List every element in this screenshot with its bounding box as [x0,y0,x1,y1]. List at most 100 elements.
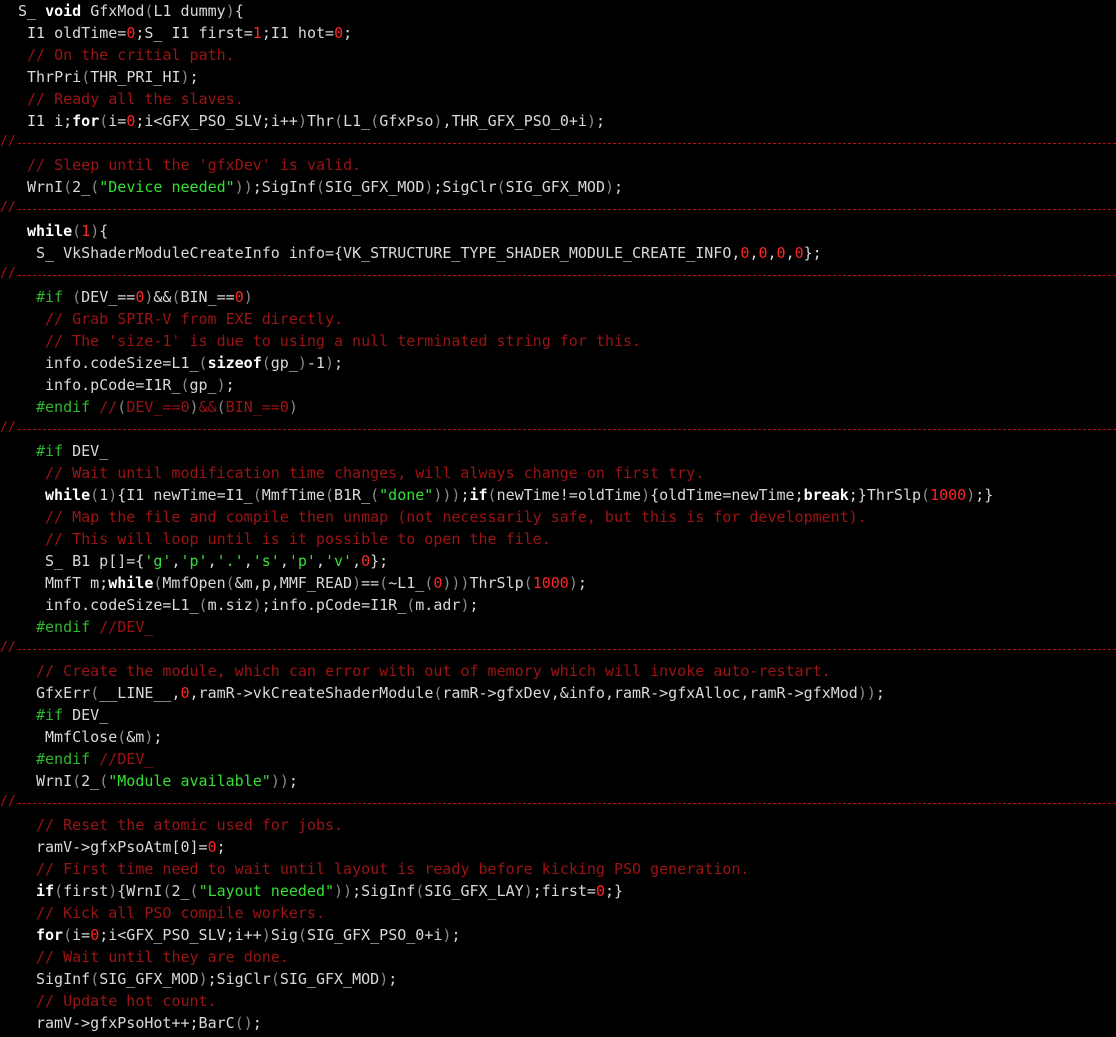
code-line[interactable]: // Grab SPIR-V from EXE directly. [0,308,1116,330]
code-token-text: 2_ [171,882,190,900]
code-token-text: SigInf [36,970,91,988]
code-token-comment: //DEV_ [99,750,154,768]
code-line[interactable]: // Wait until modification time changes,… [0,462,1116,484]
code-token-text: ;}ThrSlp [848,486,922,504]
code-line[interactable]: I1 oldTime=0;S_ I1 first=1;I1 hot=0; [0,22,1116,44]
code-token-paren: ) [252,596,262,614]
code-line[interactable]: S_ void GfxMod(L1 dummy){ [0,0,1116,22]
section-separator: // [0,264,1116,286]
code-line[interactable]: ramV->gfxPsoHot++;BarC(); [0,1012,1116,1034]
code-line[interactable]: // Wait until they are done. [0,946,1116,968]
code-line[interactable]: WrnI(2_("Module available")); [0,770,1116,792]
code-line[interactable]: #endif //(DEV_==0)&&(BIN_==0) [0,396,1116,418]
code-line[interactable]: S_ VkShaderModuleCreateInfo info={VK_STR… [0,242,1116,264]
code-line[interactable]: // Sleep until the 'gfxDev' is valid. [0,154,1116,176]
code-token-paren: ( [90,684,100,702]
code-token-string: "Layout needed" [198,882,335,900]
code-token-number: 0 [180,684,190,702]
code-line[interactable]: info.pCode=I1R_(gp_); [0,374,1116,396]
code-token-comment: // Kick all PSO compile workers. [36,904,325,922]
code-line[interactable]: // The 'size-1' is due to using a null t… [0,330,1116,352]
code-token-text: info.pCode=I1R_ [45,376,181,394]
code-line[interactable]: GfxErr(__LINE__,0,ramR->vkCreateShaderMo… [0,682,1116,704]
code-token-paren: ( [189,882,199,900]
code-token-paren: ) [568,574,578,592]
code-line[interactable]: for(i=0;i<GFX_PSO_SLV;i++)Sig(SIG_GFX_PS… [0,924,1116,946]
code-line[interactable]: SigInf(SIG_GFX_MOD);SigClr(SIG_GFX_MOD); [0,968,1116,990]
code-token-text: {WrnI [117,882,163,900]
code-token-paren: ( [370,486,380,504]
code-token-text: info.codeSize=L1_ [45,354,199,372]
code-line[interactable]: // Kick all PSO compile workers. [0,902,1116,924]
code-token-preproc: #if [36,288,73,306]
code-token-text: ,THR_GFX_PSO_0+i [442,112,587,130]
code-token-text: ; [469,596,479,614]
code-line[interactable]: I1 i;for(i=0;i<GFX_PSO_SLV;i++)Thr(L1_(G… [0,110,1116,132]
code-line[interactable]: #endif //DEV_ [0,748,1116,770]
code-line[interactable]: #if DEV_ [0,440,1116,462]
code-token-keyword: void [45,2,82,20]
code-line[interactable]: WrnI(2_("Device needed"));SigInf(SIG_GFX… [0,176,1116,198]
code-token-paren: ( [90,178,100,196]
code-line[interactable]: // Update hot count. [0,990,1116,1012]
code-line[interactable]: info.codeSize=L1_(sizeof(gp_)-1); [0,352,1116,374]
code-line[interactable]: // First time need to wait until layout … [0,858,1116,880]
code-token-paren: () [234,1014,253,1032]
code-token-text: MmfOpen [162,574,226,592]
code-token-text: ;I1 hot= [261,24,335,42]
code-line[interactable]: info.codeSize=L1_(m.siz);info.pCode=I1R_… [0,594,1116,616]
code-token-string: 'p' [288,552,316,570]
code-token-paren: ( [424,574,434,592]
code-line[interactable]: MmfT m;while(MmfOpen(&m,p,MMF_READ)==(~L… [0,572,1116,594]
code-token-text: 1 [99,486,109,504]
code-line[interactable]: // Reset the atomic used for jobs. [0,814,1116,836]
code-token-string: 'p' [180,552,208,570]
code-line[interactable]: // On the critial path. [0,44,1116,66]
code-token-text: I1 i; [27,112,73,130]
code-line[interactable]: ThrPri(THR_PRI_HI); [0,66,1116,88]
code-token-text: }; [803,244,822,262]
code-token-text: WrnI [27,178,64,196]
code-token-paren: ( [171,288,181,306]
code-token-paren: ( [63,926,73,944]
code-line[interactable]: // Create the module, which can error wi… [0,660,1116,682]
code-line[interactable]: ramV->gfxPsoAtm[0]=0; [0,836,1116,858]
code-token-text: { [234,2,244,20]
code-token-paren: ) [108,486,118,504]
code-token-text: gp_ [189,376,217,394]
code-editor[interactable]: S_ void GfxMod(L1 dummy){I1 oldTime=0;S_… [0,0,1116,1037]
code-token-paren: ( [297,926,307,944]
code-line[interactable]: #if DEV_ [0,704,1116,726]
code-token-paren: ) [379,970,389,988]
code-line[interactable]: // Ready all the slaves. [0,88,1116,110]
section-separator: // [0,792,1116,814]
code-token-paren: ( [117,728,127,746]
code-token-paren: ( [99,112,109,130]
code-token-text: info.codeSize=L1_ [45,596,199,614]
section-separator: // [0,418,1116,440]
code-token-comment: // Update hot count. [36,992,217,1010]
code-token-paren: ) [108,882,118,900]
code-line[interactable]: while(1){I1 newTime=I1_(MmfTime(B1R_("do… [0,484,1116,506]
code-token-text: ; [334,354,344,372]
code-token-text: SIG_GFX_MOD [279,970,380,988]
code-token-paren: ( [72,772,82,790]
code-token-text: ; [875,684,885,702]
code-line[interactable]: MmfClose(&m); [0,726,1116,748]
code-line[interactable]: while(1){ [0,220,1116,242]
code-token-comment: // The 'size-1' is due to using a null t… [45,332,642,350]
separator-marker: // [0,420,16,435]
code-token-number: 0 [794,244,804,262]
code-token-preproc: #endif [36,398,100,416]
code-token-number: 1000 [532,574,569,592]
code-line[interactable]: #if (DEV_==0)&&(BIN_==0) [0,286,1116,308]
code-line[interactable]: S_ B1 p[]={'g','p','.','s','p','v',0}; [0,550,1116,572]
code-token-text: newTime!=oldTime [496,486,642,504]
code-line[interactable]: // Map the file and compile then unmap (… [0,506,1116,528]
code-line[interactable]: // This will loop until is it possible t… [0,528,1116,550]
code-token-comment: // Reset the atomic used for jobs. [36,816,344,834]
code-line[interactable]: if(first){WrnI(2_("Layout needed"));SigI… [0,880,1116,902]
code-token-paren: ( [54,882,64,900]
code-line[interactable]: #endif //DEV_ [0,616,1116,638]
separator-marker: // [0,640,16,655]
